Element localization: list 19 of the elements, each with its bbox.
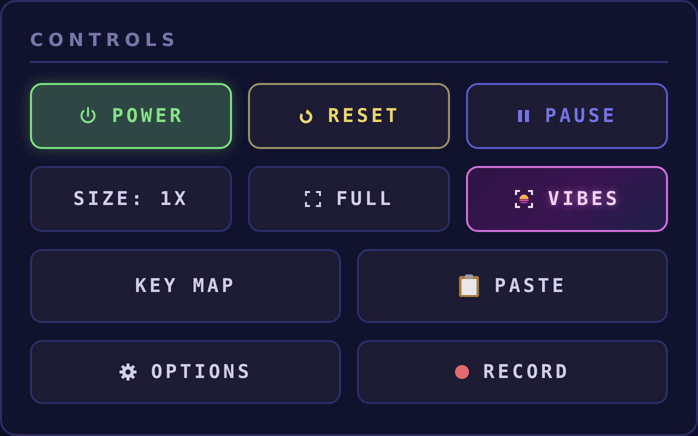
control-button[interactable]: KEY MAP xyxy=(30,249,341,323)
control-button[interactable]: VIBES xyxy=(466,166,668,232)
refresh-icon xyxy=(298,108,314,124)
gear-icon xyxy=(118,363,137,381)
clipboard-icon xyxy=(458,274,480,298)
control-button[interactable]: OPTIONS xyxy=(30,340,341,404)
pause-icon xyxy=(516,109,531,123)
control-button[interactable]: FULL xyxy=(248,166,450,232)
control-button[interactable]: PASTE xyxy=(357,249,668,323)
power-icon xyxy=(78,106,98,126)
panel-title: CONTROLS xyxy=(30,30,180,51)
control-button[interactable]: SIZE: 1X xyxy=(30,166,232,232)
record-icon xyxy=(455,365,470,379)
control-button[interactable]: POWER xyxy=(30,83,232,149)
fullscreen-icon xyxy=(304,190,322,208)
control-button[interactable]: RECORD xyxy=(357,340,668,404)
sunset-icon xyxy=(514,189,534,209)
control-button[interactable]: PAUSE xyxy=(466,83,668,149)
control-button[interactable]: RESET xyxy=(248,83,450,149)
